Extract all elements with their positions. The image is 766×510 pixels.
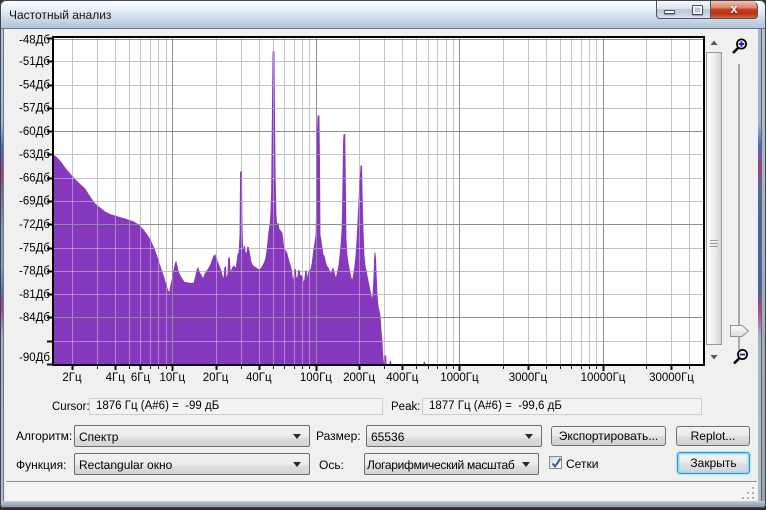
svg-text:-72Дб: -72Дб — [19, 219, 50, 231]
svg-text:1000Гц: 1000Гц — [440, 372, 479, 384]
svg-text:-75Дб: -75Дб — [19, 242, 50, 254]
svg-text:-48Дб: -48Дб — [19, 35, 50, 47]
svg-text:-81Дб: -81Дб — [19, 289, 50, 301]
svg-text:10000Гц: 10000Гц — [581, 372, 626, 384]
svg-text:-78Дб: -78Дб — [19, 266, 50, 278]
svg-text:-63Дб: -63Дб — [19, 149, 50, 161]
svg-text:-60Дб: -60Дб — [19, 126, 50, 138]
svg-text:-57Дб: -57Дб — [19, 103, 50, 115]
svg-text:200Гц: 200Гц — [343, 372, 375, 384]
svg-text:-51Дб: -51Дб — [19, 56, 50, 68]
svg-text:-90Дб: -90Дб — [19, 352, 50, 364]
svg-text:400Гц: 400Гц — [386, 372, 418, 384]
svg-text:-66Дб: -66Дб — [19, 172, 50, 184]
svg-text:10Гц: 10Гц — [159, 372, 185, 384]
svg-text:40Гц: 40Гц — [246, 372, 272, 384]
svg-text:-54Дб: -54Дб — [19, 79, 50, 91]
svg-text:-84Дб: -84Дб — [19, 312, 50, 324]
svg-text:2Гц: 2Гц — [62, 372, 82, 384]
svg-text:4Гц: 4Гц — [106, 372, 126, 384]
svg-text:20Гц: 20Гц — [203, 372, 229, 384]
svg-text:-69Дб: -69Дб — [19, 196, 50, 208]
svg-text:3000Гц: 3000Гц — [509, 372, 548, 384]
svg-text:100Гц: 100Гц — [300, 372, 332, 384]
svg-text:6Гц: 6Гц — [131, 372, 151, 384]
svg-text:30000Гц: 30000Гц — [649, 372, 694, 384]
